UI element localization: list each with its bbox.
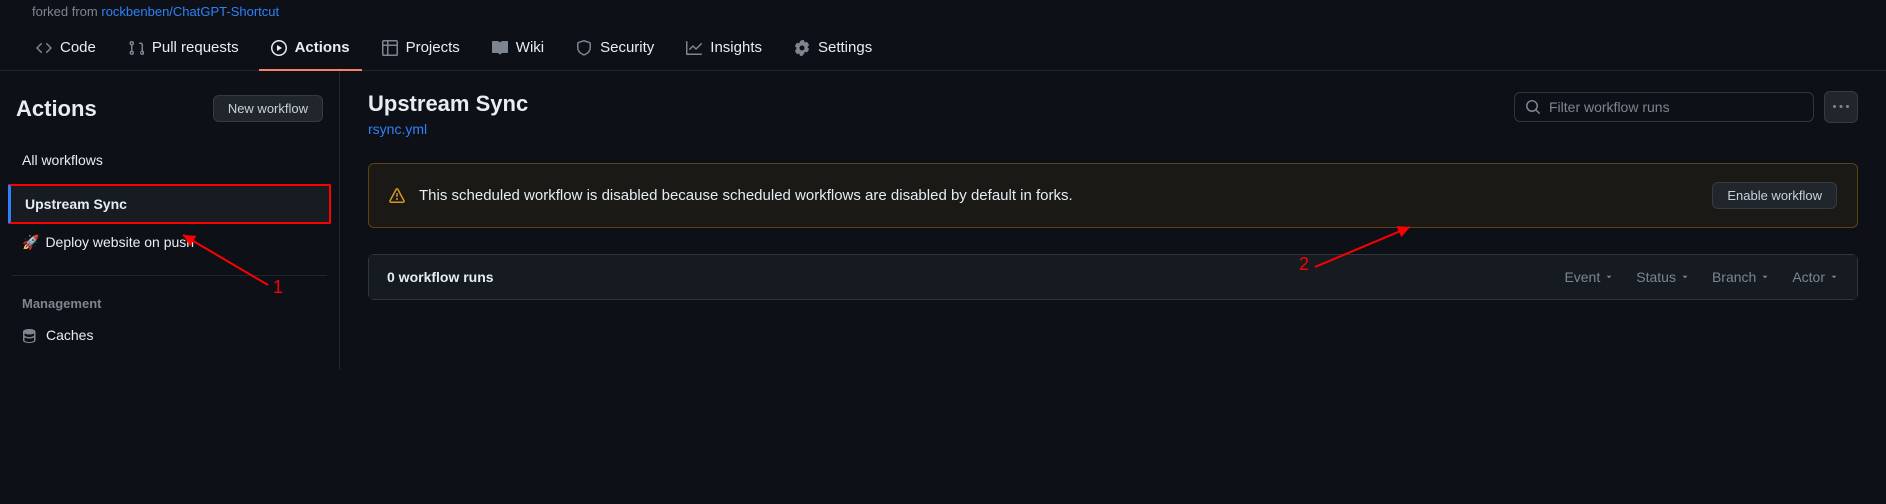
- nav-projects[interactable]: Projects: [370, 27, 472, 70]
- filter-workflow-runs[interactable]: [1514, 92, 1814, 122]
- sidebar-title: Actions: [16, 96, 97, 122]
- code-icon: [36, 40, 52, 56]
- nav-pulls[interactable]: Pull requests: [116, 27, 251, 70]
- nav-pulls-label: Pull requests: [152, 39, 239, 56]
- workflow-title: Upstream Sync: [368, 91, 528, 117]
- forked-from-line: forked from rockbenben/ChatGPT-Shortcut: [0, 0, 1886, 27]
- chevron-down-icon: [1680, 272, 1690, 282]
- nav-settings[interactable]: Settings: [782, 27, 884, 70]
- alert-text: This scheduled workflow is disabled beca…: [419, 187, 1073, 204]
- filter-branch-label: Branch: [1712, 269, 1756, 285]
- nav-projects-label: Projects: [406, 39, 460, 56]
- alert-icon: [389, 188, 405, 204]
- actions-sidebar: Actions New workflow All workflows Upstr…: [0, 71, 340, 370]
- kebab-menu-button[interactable]: [1824, 91, 1858, 123]
- book-icon: [492, 40, 508, 56]
- filter-branch[interactable]: Branch: [1712, 269, 1770, 285]
- git-pull-request-icon: [128, 40, 144, 56]
- nav-security[interactable]: Security: [564, 27, 666, 70]
- forked-repo-link[interactable]: rockbenben/ChatGPT-Shortcut: [101, 4, 279, 19]
- shield-icon: [576, 40, 592, 56]
- sidebar-item-caches[interactable]: Caches: [8, 317, 331, 354]
- chevron-down-icon: [1829, 272, 1839, 282]
- repo-nav: Code Pull requests Actions Projects Wiki…: [0, 27, 1886, 71]
- nav-wiki-label: Wiki: [516, 39, 544, 56]
- sidebar-item-deploy-label: Deploy website on push: [45, 234, 194, 250]
- annotation-label-2: 2: [1299, 254, 1309, 275]
- sidebar-item-upstream-sync[interactable]: Upstream Sync: [8, 184, 331, 224]
- filter-status-label: Status: [1636, 269, 1676, 285]
- sidebar-item-deploy[interactable]: 🚀 Deploy website on push: [8, 224, 331, 261]
- filter-event-label: Event: [1564, 269, 1600, 285]
- rocket-icon: 🚀: [22, 234, 39, 250]
- chevron-down-icon: [1760, 272, 1770, 282]
- workflow-runs-count: 0 workflow runs: [387, 269, 494, 285]
- enable-workflow-button[interactable]: Enable workflow: [1712, 182, 1837, 209]
- nav-security-label: Security: [600, 39, 654, 56]
- nav-actions[interactable]: Actions: [259, 27, 362, 70]
- content-area: Upstream Sync rsync.yml This scheduled w…: [340, 71, 1886, 370]
- filter-status[interactable]: Status: [1636, 269, 1690, 285]
- kebab-icon: [1833, 99, 1849, 115]
- search-icon: [1525, 99, 1541, 115]
- graph-icon: [686, 40, 702, 56]
- nav-insights[interactable]: Insights: [674, 27, 774, 70]
- sidebar-item-caches-label: Caches: [46, 327, 93, 343]
- sidebar-divider: [12, 275, 327, 276]
- gear-icon: [794, 40, 810, 56]
- nav-code[interactable]: Code: [24, 27, 108, 70]
- table-icon: [382, 40, 398, 56]
- play-icon: [271, 40, 287, 56]
- nav-code-label: Code: [60, 39, 96, 56]
- nav-wiki[interactable]: Wiki: [480, 27, 556, 70]
- forked-prefix: forked from: [32, 4, 101, 19]
- new-workflow-button[interactable]: New workflow: [213, 95, 323, 122]
- nav-actions-label: Actions: [295, 39, 350, 56]
- annotation-label-1: 1: [273, 277, 283, 298]
- filter-actor[interactable]: Actor: [1792, 269, 1839, 285]
- filter-actor-label: Actor: [1792, 269, 1825, 285]
- nav-settings-label: Settings: [818, 39, 872, 56]
- sidebar-item-all-workflows[interactable]: All workflows: [8, 142, 331, 178]
- filter-event[interactable]: Event: [1564, 269, 1614, 285]
- workflow-runs-panel: 0 workflow runs Event Status Branch Acto…: [368, 254, 1858, 300]
- filter-input[interactable]: [1549, 99, 1803, 115]
- workflow-file-link[interactable]: rsync.yml: [368, 121, 427, 137]
- disabled-workflow-alert: This scheduled workflow is disabled beca…: [368, 163, 1858, 228]
- cache-icon: [22, 328, 38, 344]
- nav-insights-label: Insights: [710, 39, 762, 56]
- chevron-down-icon: [1604, 272, 1614, 282]
